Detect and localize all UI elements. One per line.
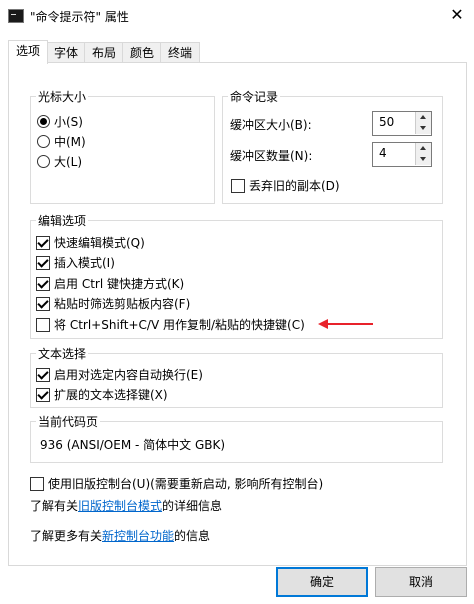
wrap-selection-checkbox[interactable] (36, 368, 50, 382)
legacy-info-text: 了解有关旧版控制台模式的详细信息 (30, 497, 222, 514)
ctrl-shift-copy-paste-label: 将 Ctrl+Shift+C/V 用作复制/粘贴的快捷键(C) (54, 318, 305, 332)
quick-edit-checkbox[interactable] (36, 236, 50, 250)
discard-old-checkbox[interactable] (231, 179, 245, 193)
close-icon[interactable]: ✕ (446, 4, 468, 26)
discard-old-label: 丢弃旧的副本(D) (249, 179, 340, 193)
tab-terminal[interactable]: 终端 (160, 42, 200, 63)
text-selection-title: 文本选择 (36, 345, 89, 362)
insert-mode-label: 插入模式(I) (54, 256, 115, 270)
legacy-console-label: 使用旧版控制台(U)(需要重新启动, 影响所有控制台) (48, 477, 324, 491)
buffer-size-up-icon[interactable] (415, 112, 431, 123)
new-features-info-suffix: 的信息 (174, 529, 211, 543)
tab-options[interactable]: 选项 (8, 40, 48, 64)
ctrl-shift-copy-paste-checkbox[interactable] (36, 318, 50, 332)
ok-button[interactable]: 确定 (276, 567, 368, 597)
buffer-count-up-icon[interactable] (415, 143, 431, 154)
cursor-medium-label: 中(M) (54, 135, 86, 149)
buffer-count-stepper[interactable]: 4 (372, 142, 432, 167)
extended-keys-label: 扩展的文本选择键(X) (54, 388, 168, 402)
cursor-large-radio[interactable] (37, 155, 50, 168)
new-console-features-link[interactable]: 新控制台功能 (102, 529, 174, 543)
filter-clipboard-checkbox[interactable] (36, 297, 50, 311)
codepage-title: 当前代码页 (36, 413, 101, 430)
codepage-value: 936 (ANSI/OEM - 简体中文 GBK) (40, 438, 226, 452)
tab-layout[interactable]: 布局 (84, 42, 124, 63)
legacy-info-suffix: 的详细信息 (162, 499, 223, 513)
extended-keys-checkbox[interactable] (36, 388, 50, 402)
legacy-console-link[interactable]: 旧版控制台模式 (78, 499, 162, 513)
console-app-icon (8, 9, 24, 23)
window-title: "命令提示符" 属性 (30, 10, 129, 24)
cancel-button[interactable]: 取消 (375, 567, 467, 597)
cursor-small-radio[interactable] (37, 115, 50, 128)
edit-options-title: 编辑选项 (36, 212, 89, 229)
cursor-size-title: 光标大小 (36, 88, 89, 105)
legacy-console-checkbox[interactable] (30, 477, 44, 491)
buffer-count-label: 缓冲区数量(N): (230, 149, 313, 163)
tab-colors[interactable]: 颜色 (122, 42, 162, 63)
cursor-large-label: 大(L) (54, 155, 83, 169)
insert-mode-checkbox[interactable] (36, 256, 50, 270)
buffer-count-value[interactable]: 4 (379, 146, 387, 160)
quick-edit-label: 快速编辑模式(Q) (54, 236, 145, 250)
title-bar: "命令提示符" 属性 ✕ (0, 0, 474, 32)
wrap-selection-label: 启用对选定内容自动换行(E) (54, 368, 203, 382)
annotation-arrow-icon (318, 319, 328, 329)
command-history-title: 命令记录 (228, 88, 281, 105)
buffer-size-stepper[interactable]: 50 (372, 111, 432, 136)
new-features-info-prefix: 了解更多有关 (30, 529, 103, 543)
buffer-size-down-icon[interactable] (415, 123, 431, 134)
buffer-size-value[interactable]: 50 (379, 115, 394, 129)
buffer-size-label: 缓冲区大小(B): (230, 118, 312, 132)
buffer-count-down-icon[interactable] (415, 154, 431, 165)
cursor-medium-radio[interactable] (37, 135, 50, 148)
new-features-info-text: 了解更多有关新控制台功能的信息 (30, 527, 210, 544)
annotation-arrow-line (327, 323, 373, 325)
tab-font[interactable]: 字体 (46, 42, 86, 63)
ctrl-shortcuts-checkbox[interactable] (36, 277, 50, 291)
cursor-small-label: 小(S) (54, 115, 83, 129)
legacy-info-prefix: 了解有关 (30, 499, 79, 513)
filter-clipboard-label: 粘贴时筛选剪贴板内容(F) (54, 297, 191, 311)
ctrl-shortcuts-label: 启用 Ctrl 键快捷方式(K) (54, 277, 185, 291)
